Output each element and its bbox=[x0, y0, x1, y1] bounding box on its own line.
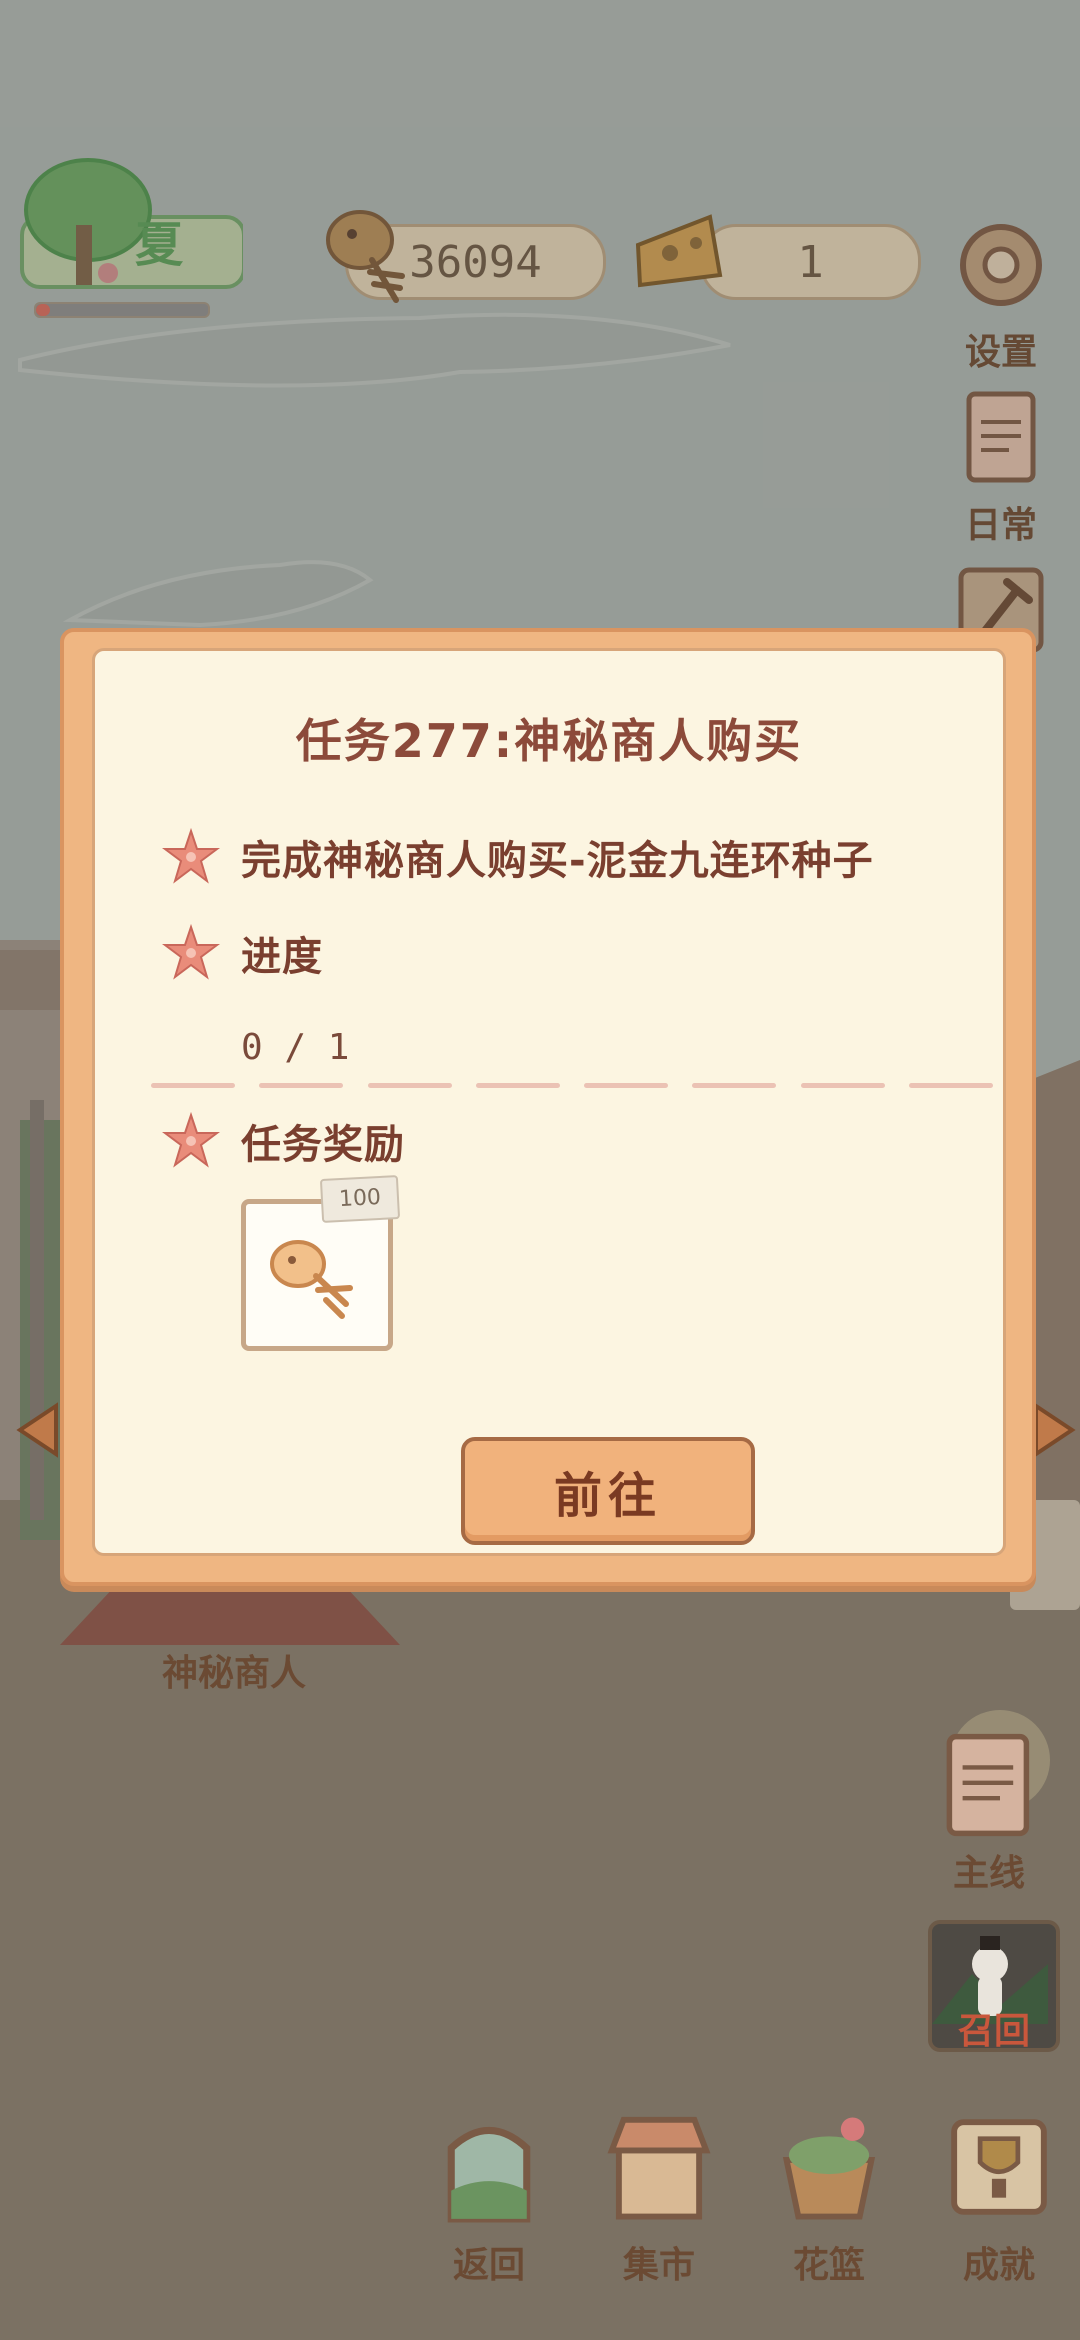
achievement-label: 成就 bbox=[962, 2245, 1035, 2286]
mainline-paper-icon bbox=[946, 1733, 1030, 1837]
quest-dialog: 任务277:神秘商人购买 完成神秘商人购买-泥金九连环种子 进度 0 / 1 任… bbox=[60, 628, 1036, 1586]
reward-item-card[interactable] bbox=[241, 1199, 393, 1351]
trophy-icon bbox=[951, 2119, 1047, 2215]
flower-bullet-icon bbox=[162, 923, 220, 980]
quest-dialog-paper: 任务277:神秘商人购买 完成神秘商人购买-泥金九连环种子 进度 0 / 1 任… bbox=[92, 648, 1006, 1556]
go-button[interactable]: 前往 bbox=[461, 1437, 755, 1545]
window-icon bbox=[447, 2126, 531, 2223]
market-label: 集市 bbox=[622, 2245, 695, 2286]
game-scene: 夏 36094 1 设置 日常 神秘商人 主线 召回 返回 集市 花篮 成就 任… bbox=[0, 0, 1080, 2340]
recall-button[interactable]: 召回 bbox=[928, 1920, 1060, 2052]
back-button[interactable]: 返回 bbox=[424, 2108, 554, 2288]
arrow-left-icon[interactable] bbox=[12, 1400, 62, 1460]
fishbone-reward-icon bbox=[270, 1240, 353, 1319]
mysterious-merchant-label[interactable]: 神秘商人 bbox=[162, 1644, 306, 1696]
recall-label: 召回 bbox=[957, 2011, 1030, 2052]
progress-value: 0 / 1 bbox=[241, 1027, 350, 1068]
mainline-label: 主线 bbox=[952, 1853, 1025, 1894]
flower-basket-button[interactable]: 花篮 bbox=[764, 2108, 894, 2288]
reward-amount-tag: 100 bbox=[319, 1174, 401, 1224]
arrow-right-icon[interactable] bbox=[1030, 1400, 1080, 1460]
quest-title: 任务277:神秘商人购买 bbox=[295, 714, 803, 768]
reward-label: 任务奖励 bbox=[241, 1122, 405, 1168]
section-divider bbox=[151, 1083, 993, 1089]
objective-row: 完成神秘商人购买-泥金九连环种子 bbox=[161, 827, 874, 887]
achievement-button[interactable]: 成就 bbox=[934, 2108, 1064, 2288]
reward-row: 任务奖励 bbox=[161, 1111, 405, 1171]
mainline-quest-button[interactable]: 主线 bbox=[924, 1730, 1054, 1896]
flower-bullet-icon bbox=[162, 1111, 220, 1168]
market-button[interactable]: 集市 bbox=[594, 2108, 724, 2288]
basket-icon bbox=[782, 2117, 876, 2220]
market-stall-icon bbox=[607, 2116, 711, 2220]
flower-bullet-icon bbox=[162, 827, 220, 884]
objective-text: 完成神秘商人购买-泥金九连环种子 bbox=[241, 838, 874, 884]
progress-row: 进度 bbox=[161, 923, 323, 983]
back-label: 返回 bbox=[452, 2245, 525, 2286]
flower-basket-label: 花篮 bbox=[792, 2245, 865, 2286]
progress-label: 进度 bbox=[241, 934, 323, 980]
